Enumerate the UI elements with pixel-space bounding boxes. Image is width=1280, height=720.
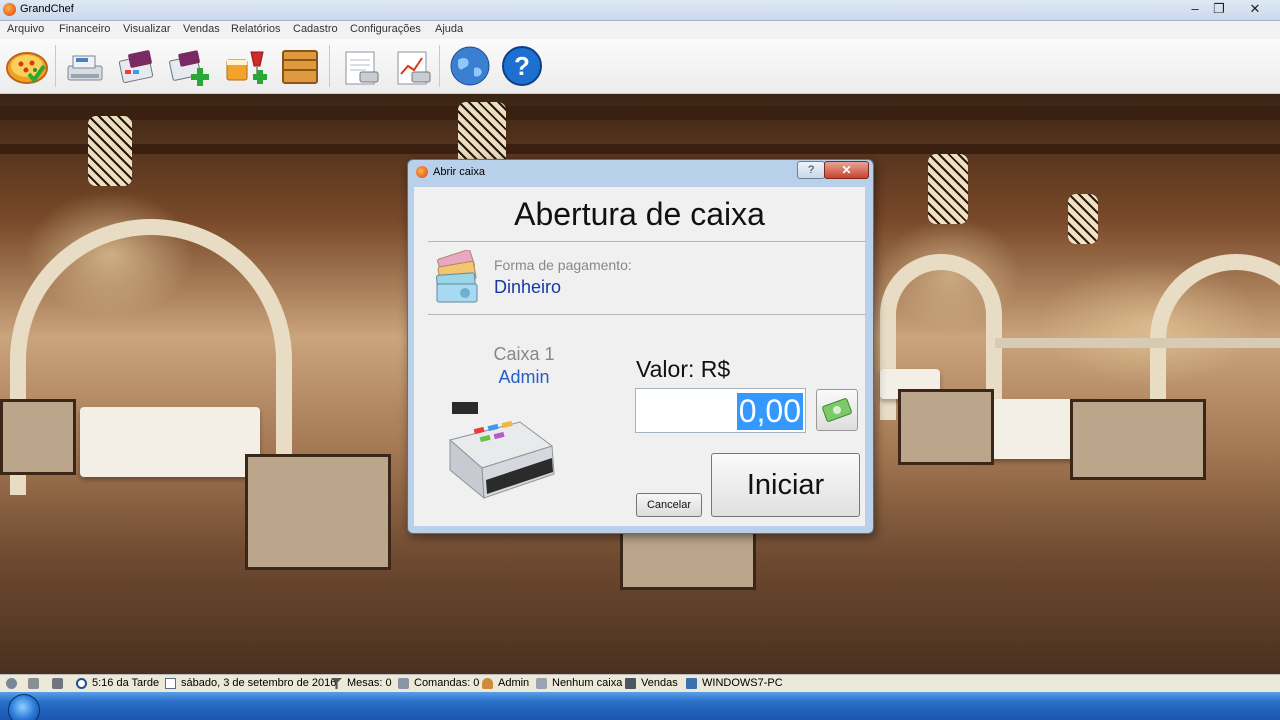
box-icon[interactable] xyxy=(278,44,322,88)
ceiling-beam xyxy=(0,144,1280,154)
director-chair xyxy=(898,389,994,465)
start-button[interactable] xyxy=(8,694,40,720)
menu-vendas[interactable]: Vendas xyxy=(183,23,220,35)
status-time: 5:16 da Tarde xyxy=(92,677,160,689)
menu-ajuda[interactable]: Ajuda xyxy=(435,23,463,35)
status-orders: Comandas: 0 xyxy=(414,677,480,689)
sales-icon xyxy=(625,678,636,689)
divider xyxy=(428,241,866,242)
title-bar: GrandChef – ❐ ✕ xyxy=(0,0,1280,21)
lantern xyxy=(1068,194,1098,244)
lock-icon xyxy=(28,678,39,689)
status-date: sábado, 3 de setembro de 2016 xyxy=(181,677,337,689)
menu-cadastro[interactable]: Cadastro xyxy=(293,23,338,35)
svg-text:?: ? xyxy=(514,51,530,81)
pizza-icon[interactable] xyxy=(5,44,49,88)
report-icon[interactable] xyxy=(340,44,384,88)
menu-financeiro[interactable]: Financeiro xyxy=(59,23,110,35)
card-payment-icon[interactable] xyxy=(115,44,159,88)
app-icon xyxy=(3,3,16,16)
user-icon xyxy=(482,678,493,689)
power-icon xyxy=(6,678,17,689)
windows-taskbar xyxy=(0,692,1280,720)
cancel-button[interactable]: Cancelar xyxy=(636,493,702,517)
open-register-dialog: Abrir caixa ? ✕ Abertura de caixa Forma … xyxy=(407,159,874,534)
value-input-text: 0,00 xyxy=(736,393,803,430)
dialog-help-button[interactable]: ? xyxy=(797,161,825,179)
chart-report-icon[interactable] xyxy=(392,44,436,88)
cash-register-icon[interactable] xyxy=(63,44,107,88)
toolbar-separator xyxy=(329,45,330,87)
help-icon[interactable]: ? xyxy=(500,44,544,88)
lantern xyxy=(88,116,132,186)
register-name: Caixa 1 xyxy=(493,344,555,364)
status-user: Admin xyxy=(498,677,530,689)
ceiling-beam xyxy=(0,106,1280,120)
cash-calculator-button[interactable] xyxy=(816,389,858,431)
payment-method-label: Forma de pagamento: xyxy=(494,257,632,273)
menu-visualizar[interactable]: Visualizar xyxy=(123,23,171,35)
cash-icon xyxy=(822,398,852,422)
add-payment-icon[interactable] xyxy=(167,44,211,88)
value-label: Valor: R$ xyxy=(636,356,731,382)
menu-configuracoes[interactable]: Configurações xyxy=(350,23,421,35)
dialog-app-icon xyxy=(416,166,428,178)
dialog-content: Abertura de caixa Forma de pagamento: Di… xyxy=(414,187,866,526)
status-tables: Mesas: 0 xyxy=(347,677,392,689)
globe-icon[interactable] xyxy=(448,44,492,88)
cash-register-icon xyxy=(446,400,561,505)
menu-relatorios[interactable]: Relatórios xyxy=(231,23,281,35)
status-register: Nenhum caixa xyxy=(552,677,623,689)
register-user: Admin xyxy=(498,367,550,387)
menu-arquivo[interactable]: Arquivo xyxy=(7,23,44,35)
clock-icon xyxy=(76,678,87,689)
register-status-icon xyxy=(536,678,547,689)
toolbar-separator xyxy=(55,45,56,87)
toolbar-separator xyxy=(439,45,440,87)
status-computer: WINDOWS7-PC xyxy=(702,677,783,689)
menu-bar: Arquivo Financeiro Visualizar Vendas Rel… xyxy=(0,21,1280,39)
divider xyxy=(428,314,866,315)
calendar-icon xyxy=(165,678,176,689)
payment-method-value[interactable]: Dinheiro xyxy=(494,277,561,298)
dialog-close-button[interactable]: ✕ xyxy=(824,161,869,179)
lantern xyxy=(928,154,968,224)
status-sales: Vendas xyxy=(641,677,678,689)
orders-icon xyxy=(398,678,409,689)
drinks-icon[interactable] xyxy=(223,44,267,88)
close-button[interactable]: ✕ xyxy=(1240,0,1270,18)
value-input[interactable]: 0,00 xyxy=(635,388,806,433)
dialog-title: Abrir caixa xyxy=(433,166,485,178)
sofa xyxy=(0,399,76,475)
toolbar: ? xyxy=(0,39,1280,94)
director-chair xyxy=(1070,399,1206,480)
start-button[interactable]: Iniciar xyxy=(711,453,860,517)
dining-table xyxy=(80,407,260,477)
dialog-heading: Abertura de caixa xyxy=(514,196,765,232)
computer-icon xyxy=(686,678,697,689)
maximize-button[interactable]: ❐ xyxy=(1204,0,1234,18)
window-title: GrandChef xyxy=(20,3,74,15)
bar-counter xyxy=(995,338,1280,348)
keyboard-icon xyxy=(52,678,63,689)
status-bar: 5:16 da Tarde sábado, 3 de setembro de 2… xyxy=(0,674,1280,693)
director-chair xyxy=(245,454,391,570)
stone-arch xyxy=(1150,254,1280,420)
money-notes-icon xyxy=(433,249,487,306)
